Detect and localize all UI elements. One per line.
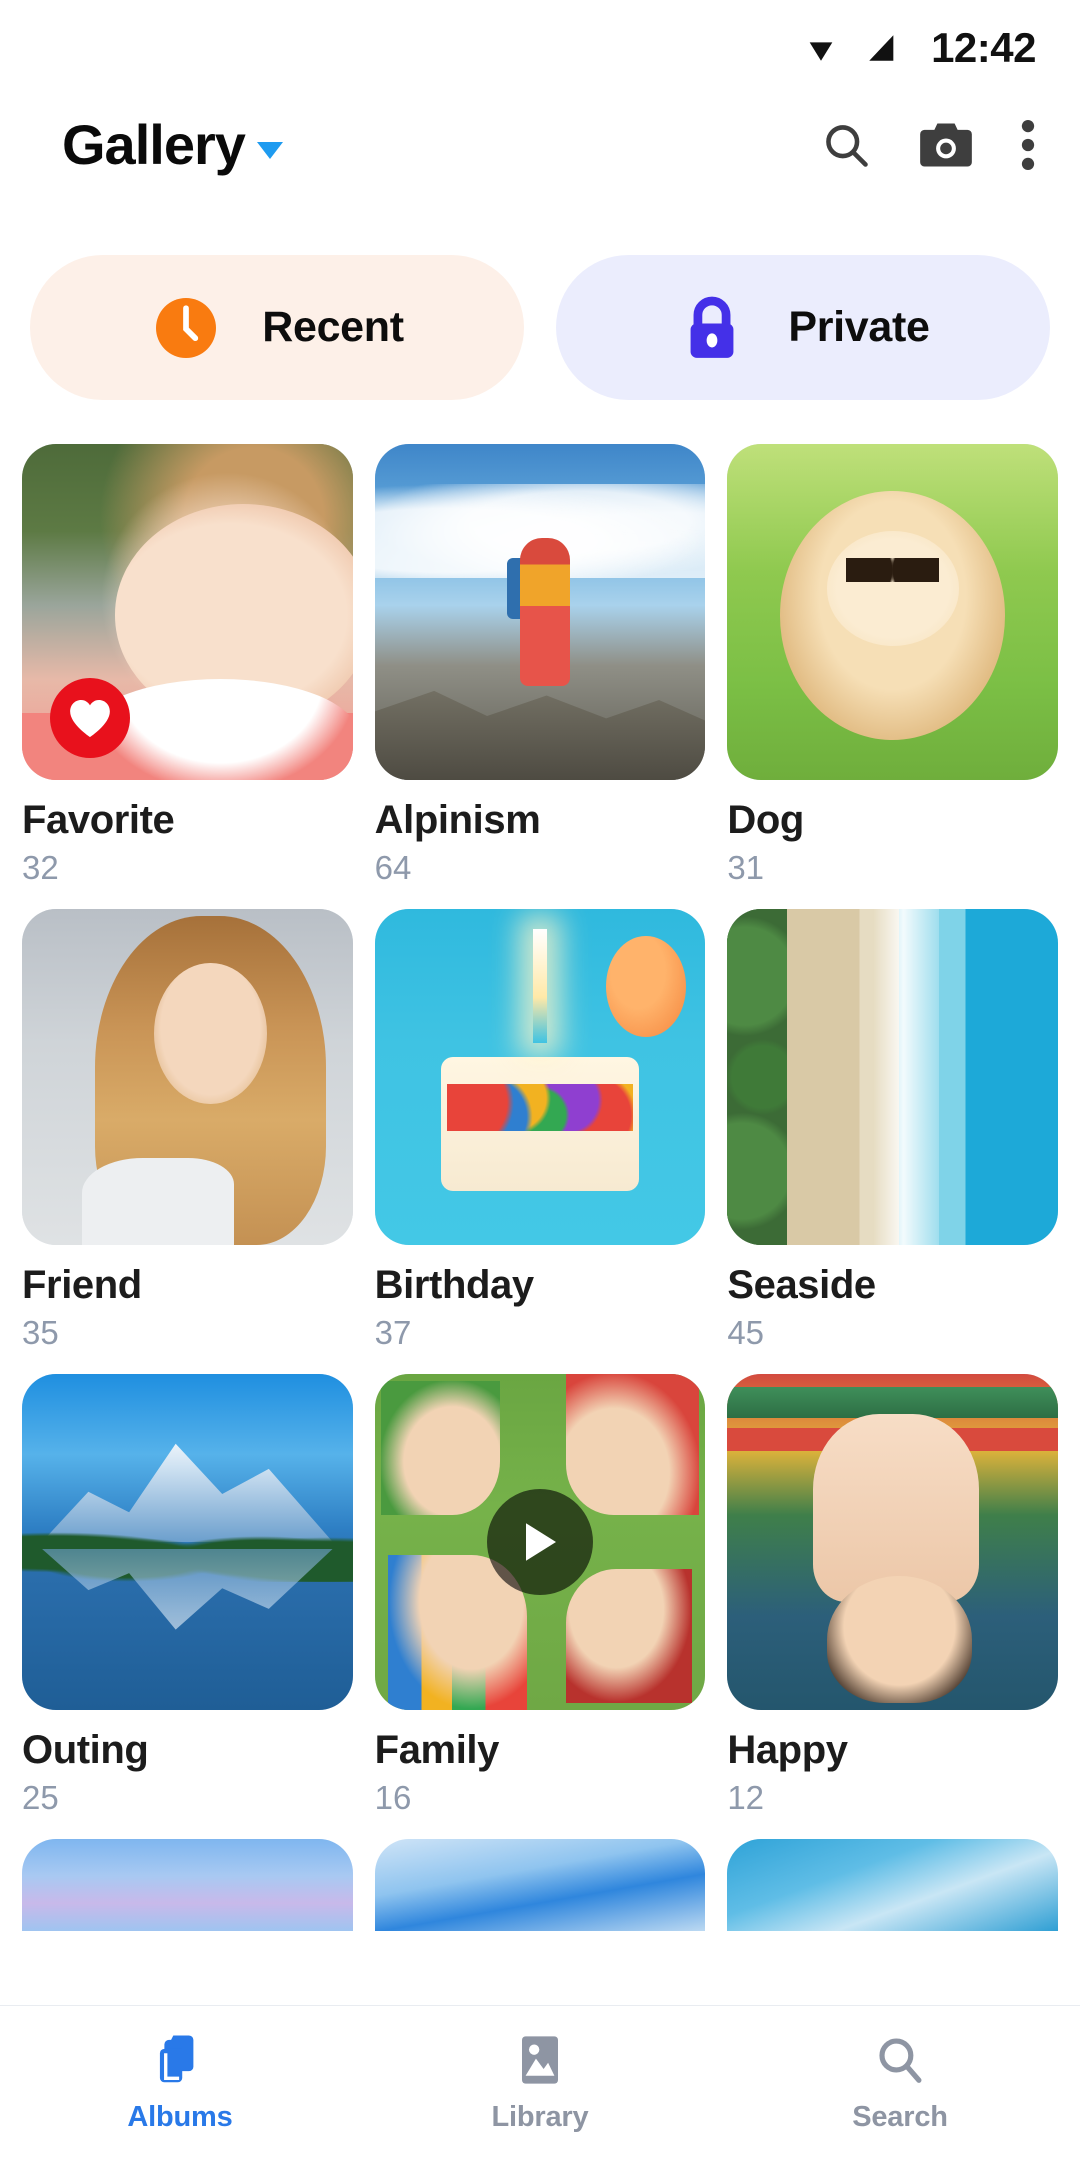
search-icon — [879, 2038, 922, 2083]
album-card[interactable]: Birthday 37 — [374, 909, 706, 1374]
album-title: Alpinism — [374, 798, 541, 842]
album-cover-image — [374, 909, 706, 1245]
chip-private-label: Private — [788, 303, 930, 351]
album-count: 31 — [727, 849, 765, 886]
lock-icon — [676, 292, 748, 364]
chip-recent[interactable]: Recent — [30, 255, 524, 400]
album-grid-next-row — [0, 1839, 1080, 1931]
album-cover-image — [22, 1374, 353, 1710]
album-card[interactable]: Family 16 — [374, 1374, 706, 1839]
wifi-icon — [809, 41, 833, 61]
album-title: Favorite — [22, 798, 175, 842]
album-count: 32 — [22, 849, 59, 886]
status-bar-clock: 12:42 — [931, 23, 1036, 71]
nav-item-search[interactable]: Search — [720, 2033, 1080, 2134]
image-library-icon — [522, 2035, 558, 2084]
nav-label-search: Search — [852, 2100, 948, 2133]
search-icon[interactable] — [820, 119, 872, 171]
album-thumbnail[interactable] — [374, 909, 706, 1245]
album-card[interactable]: Outing 25 — [22, 1374, 353, 1839]
album-card[interactable]: Friend 35 — [22, 909, 353, 1374]
album-count: 37 — [374, 1314, 412, 1351]
albums-folder-icon — [159, 2034, 194, 2082]
nav-item-albums[interactable]: Albums — [0, 2033, 360, 2134]
album-cover-image — [727, 444, 1058, 780]
album-card[interactable]: Seaside 45 — [727, 909, 1058, 1374]
album-title: Dog — [727, 798, 804, 842]
album-thumbnail[interactable] — [727, 909, 1058, 1245]
album-cover-image — [22, 909, 353, 1245]
album-thumbnail-partial[interactable] — [374, 1839, 706, 1931]
page-title: Gallery — [62, 113, 246, 176]
album-card[interactable]: Alpinism 64 — [374, 444, 706, 909]
album-card[interactable]: Favorite 32 — [22, 444, 353, 909]
nav-label-albums: Albums — [127, 2100, 233, 2133]
album-count: 12 — [727, 1779, 765, 1816]
header-actions — [820, 119, 1036, 171]
album-count: 16 — [374, 1779, 412, 1816]
chip-recent-label: Recent — [262, 303, 404, 351]
album-thumbnail[interactable] — [22, 1374, 353, 1710]
video-play-badge[interactable] — [486, 1489, 593, 1595]
album-thumbnail-partial[interactable] — [22, 1839, 353, 1931]
album-title: Happy — [727, 1728, 848, 1772]
clock-icon — [150, 292, 222, 364]
album-title: Birthday — [374, 1263, 534, 1307]
favorite-heart-badge — [50, 678, 130, 758]
album-count: 25 — [22, 1779, 59, 1816]
album-title: Outing — [22, 1728, 149, 1772]
status-bar: 12:42 — [0, 0, 1080, 95]
album-cover-image — [727, 1374, 1058, 1710]
album-thumbnail[interactable] — [374, 1374, 706, 1710]
album-card[interactable]: Dog 31 — [727, 444, 1058, 909]
album-title: Family — [374, 1728, 500, 1772]
bottom-navigation-bar: Albums Library Search — [0, 2005, 1080, 2160]
chip-private[interactable]: Private — [556, 255, 1050, 400]
album-thumbnail[interactable] — [727, 1374, 1058, 1710]
app-header: Gallery — [0, 95, 1080, 195]
album-cover-image — [374, 444, 706, 780]
album-title: Friend — [22, 1263, 142, 1307]
album-count: 45 — [727, 1314, 765, 1351]
gallery-title-dropdown[interactable]: Gallery — [62, 117, 283, 173]
album-grid: Favorite 32 Alpinism 64 Dog 31 Friend 35 — [0, 400, 1080, 1839]
album-thumbnail[interactable] — [727, 444, 1058, 780]
album-thumbnail[interactable] — [374, 444, 706, 780]
album-thumbnail[interactable] — [22, 909, 353, 1245]
album-count: 64 — [374, 849, 412, 886]
camera-icon[interactable] — [918, 120, 974, 170]
status-bar-icons: 12:42 — [801, 24, 1036, 72]
album-thumbnail[interactable] — [22, 444, 353, 780]
album-thumbnail-partial[interactable] — [727, 1839, 1058, 1931]
nav-label-library: Library — [491, 2100, 589, 2133]
chevron-down-icon[interactable] — [256, 142, 283, 159]
nav-item-library[interactable]: Library — [360, 2033, 720, 2134]
album-cover-image — [727, 909, 1058, 1245]
cellular-signal-icon — [869, 34, 894, 61]
album-count: 35 — [22, 1314, 59, 1351]
album-card[interactable]: Happy 12 — [727, 1374, 1058, 1839]
overflow-menu-icon[interactable] — [1020, 119, 1036, 171]
album-title: Seaside — [727, 1263, 876, 1307]
filter-chip-row: Recent Private — [0, 195, 1080, 400]
